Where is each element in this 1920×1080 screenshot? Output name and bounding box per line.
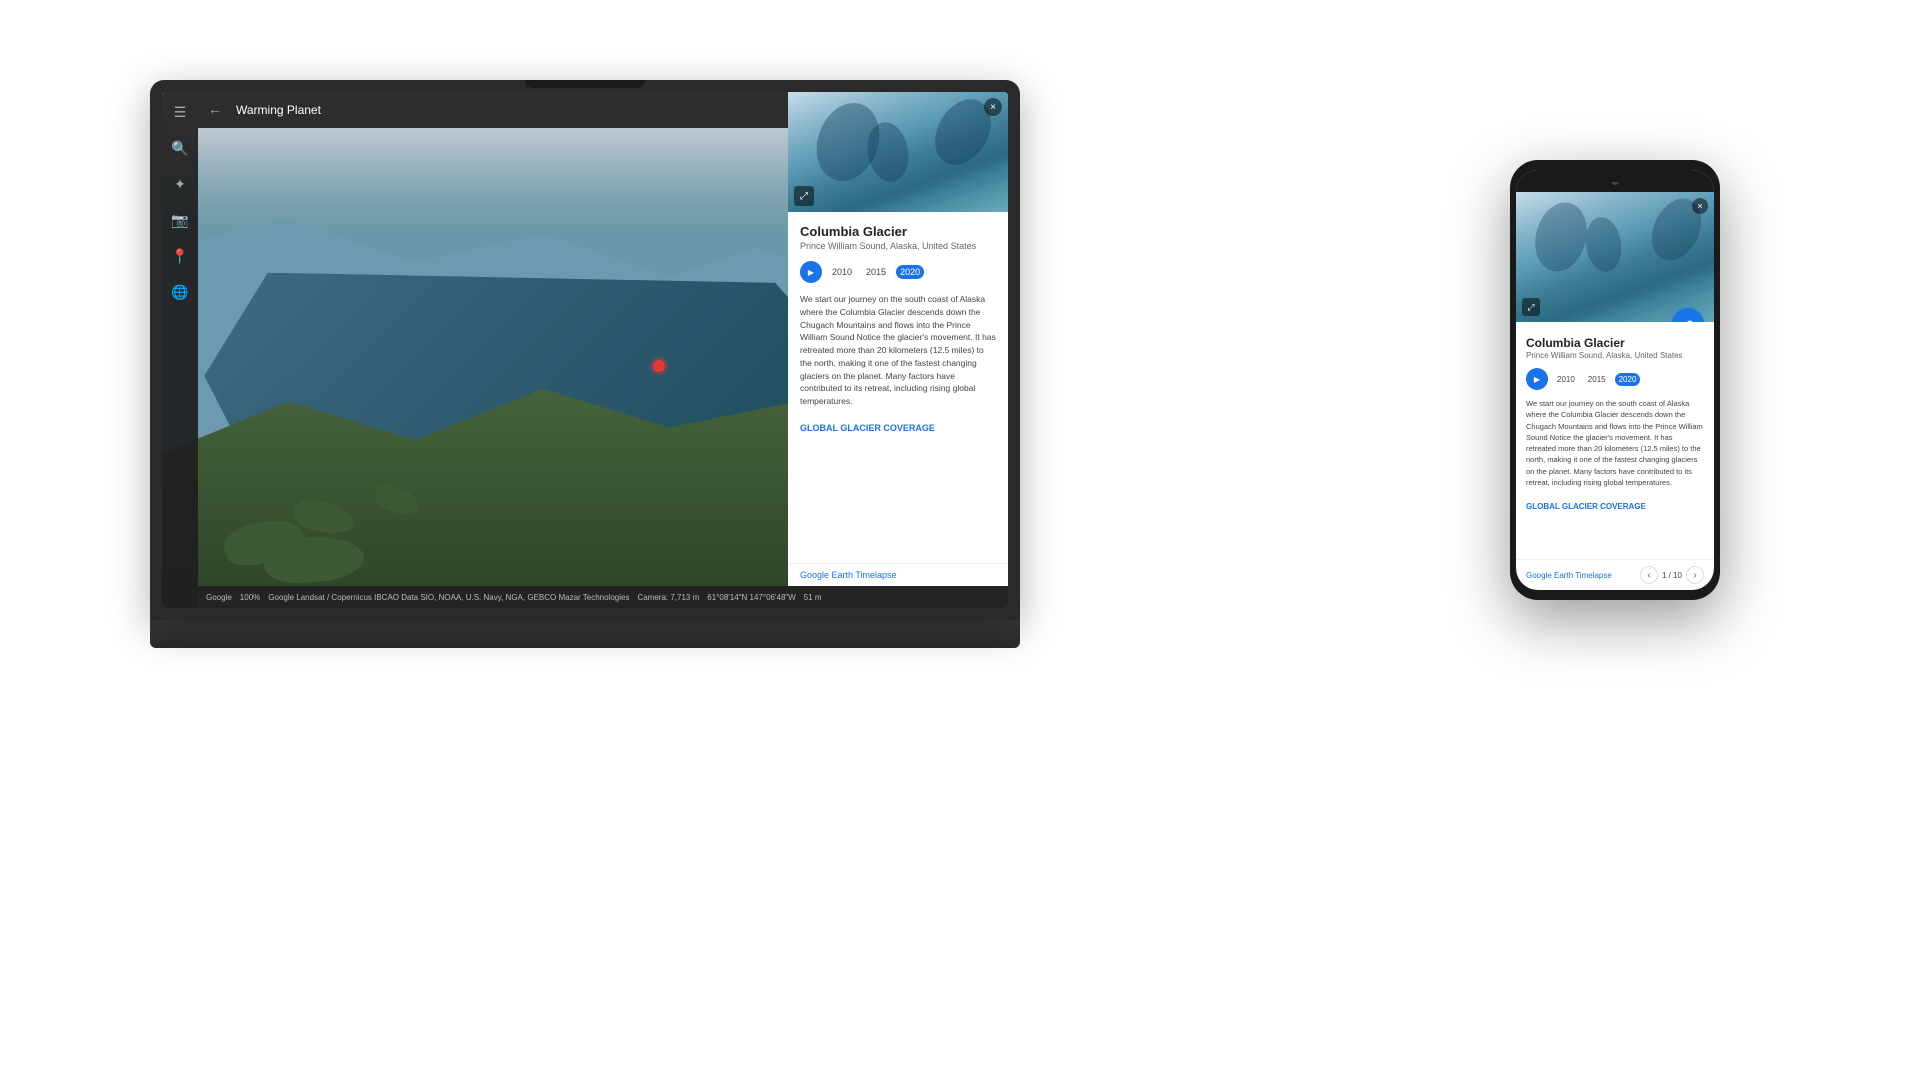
- zoom-level: 100%: [240, 593, 260, 602]
- glacier-subtitle-laptop: Prince William Sound, Alaska, United Sta…: [800, 241, 996, 251]
- year-2015-laptop[interactable]: 2015: [862, 265, 890, 279]
- global-glacier-link-phone[interactable]: GLOBAL GLACIER COVERAGE: [1526, 502, 1646, 511]
- location-pin: [653, 360, 665, 372]
- phone-footer: Google Earth Timelapse ‹ 1 / 10 ›: [1516, 559, 1714, 590]
- phone-device: ⤢ × ↗ Columbia Glacier Prince William So…: [1510, 160, 1720, 600]
- pin-icon[interactable]: 📍: [170, 246, 190, 266]
- next-button-phone[interactable]: ›: [1686, 566, 1704, 584]
- glacier-title-laptop: Columbia Glacier: [800, 224, 996, 239]
- close-button-phone[interactable]: ×: [1692, 198, 1708, 214]
- island-4: [371, 480, 422, 519]
- phone-crevasse-2: [1582, 215, 1624, 274]
- terrain-islands: [204, 427, 500, 582]
- hamburger-menu-icon[interactable]: ☰: [170, 102, 190, 122]
- phone-pagination: ‹ 1 / 10 ›: [1640, 566, 1704, 584]
- phone-body: ⤢ × ↗ Columbia Glacier Prince William So…: [1510, 160, 1720, 600]
- laptop-body: ☰ 🔍 ✦ 📷 📍 🌐 ← Warming Planet ⋮ ⊕ 2D: [150, 80, 1020, 620]
- distance-info: 51 m: [804, 593, 822, 602]
- phone-year-2010[interactable]: 2010: [1553, 373, 1579, 386]
- camera-icon[interactable]: 📷: [170, 210, 190, 230]
- ge-statusbar: Google 100% Google Landsat / Copernicus …: [198, 586, 1008, 608]
- scene: ☰ 🔍 ✦ 📷 📍 🌐 ← Warming Planet ⋮ ⊕ 2D: [0, 0, 1920, 1080]
- ge-timelapse-label-phone[interactable]: Google Earth Timelapse: [1526, 571, 1612, 580]
- topbar-title: Warming Planet: [236, 103, 321, 117]
- glacier-image-sim: [788, 92, 1008, 212]
- attribution-text: Google Landsat / Copernicus IBCAO Data S…: [268, 593, 629, 602]
- global-glacier-link-laptop[interactable]: GLOBAL GLACIER COVERAGE: [800, 423, 935, 433]
- ge-sidebar: ☰ 🔍 ✦ 📷 📍 🌐: [162, 92, 198, 608]
- timeline-controls-laptop: ▶ 2010 2015 2020: [800, 261, 996, 283]
- prev-button-phone[interactable]: ‹: [1640, 566, 1658, 584]
- phone-screen: ⤢ × ↗ Columbia Glacier Prince William So…: [1516, 170, 1714, 590]
- glacier-body-text-phone: We start our journey on the south coast …: [1526, 398, 1704, 488]
- laptop-info-panel: ⤢ × Columbia Glacier Prince William Soun…: [788, 92, 1008, 586]
- phone-year-2020[interactable]: 2020: [1615, 373, 1641, 386]
- laptop-device: ☰ 🔍 ✦ 📷 📍 🌐 ← Warming Planet ⋮ ⊕ 2D: [150, 80, 1020, 670]
- glacier-subtitle-phone: Prince William Sound, Alaska, United Sta…: [1526, 351, 1704, 360]
- play-button-laptop[interactable]: ▶: [800, 261, 822, 283]
- laptop-screen: ☰ 🔍 ✦ 📷 📍 🌐 ← Warming Planet ⋮ ⊕ 2D: [162, 92, 1008, 608]
- year-2020-laptop[interactable]: 2020: [896, 265, 924, 279]
- globe-icon[interactable]: 🌐: [170, 282, 190, 302]
- expand-button-phone[interactable]: ⤢: [1522, 298, 1540, 316]
- back-button[interactable]: ←: [208, 101, 226, 119]
- ge-timelapse-label-laptop[interactable]: Google Earth Timelapse: [788, 563, 1008, 586]
- fullscreen-button-laptop[interactable]: ⤢: [794, 186, 814, 206]
- laptop-notch: [525, 80, 645, 88]
- year-2010-laptop[interactable]: 2010: [828, 265, 856, 279]
- google-logo-text: Google: [206, 593, 232, 602]
- phone-notch: [1585, 170, 1645, 182]
- share-button-phone[interactable]: ↗: [1672, 308, 1704, 322]
- glacier-image-laptop: ⤢ ×: [788, 92, 1008, 212]
- phone-year-2015[interactable]: 2015: [1584, 373, 1610, 386]
- laptop-base: [150, 620, 1020, 648]
- search-icon[interactable]: 🔍: [170, 138, 190, 158]
- phone-info-content: Columbia Glacier Prince William Sound, A…: [1516, 322, 1714, 559]
- close-button-laptop[interactable]: ×: [984, 98, 1002, 116]
- glacier-body-text-laptop: We start our journey on the south coast …: [800, 293, 996, 408]
- layers-icon[interactable]: ✦: [170, 174, 190, 194]
- glacier-image-phone: ⤢ × ↗: [1516, 192, 1714, 322]
- page-info-phone: 1 / 10: [1662, 571, 1682, 580]
- info-panel-content: Columbia Glacier Prince William Sound, A…: [788, 212, 1008, 563]
- timeline-controls-phone: ▶ 2010 2015 2020: [1526, 368, 1704, 390]
- phone-content: ⤢ × ↗ Columbia Glacier Prince William So…: [1516, 192, 1714, 590]
- camera-info: Camera: 7,713 m: [637, 593, 699, 602]
- play-button-phone[interactable]: ▶: [1526, 368, 1548, 390]
- glacier-title-phone: Columbia Glacier: [1526, 336, 1704, 350]
- coords-info: 61°08'14"N 147°06'48"W: [707, 593, 796, 602]
- phone-crevasse-1: [1528, 197, 1594, 278]
